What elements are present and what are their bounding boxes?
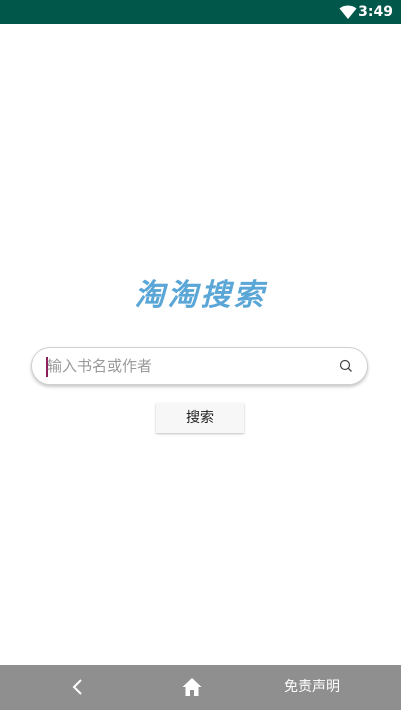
search-icon[interactable] <box>339 359 353 373</box>
wifi-icon <box>339 5 357 19</box>
app-screen: 3:49 淘淘搜索 搜索 免责声明 <box>0 0 401 710</box>
disclaimer-link[interactable]: 免责声明 <box>284 677 340 697</box>
search-button[interactable]: 搜索 <box>156 403 244 433</box>
app-logo: 淘淘搜索 <box>134 278 267 313</box>
search-bar[interactable] <box>31 347 368 385</box>
status-time: 3:49 <box>358 4 393 20</box>
bottom-nav: 免责声明 <box>0 665 401 710</box>
search-input[interactable] <box>47 348 327 384</box>
home-icon[interactable] <box>181 676 203 698</box>
status-bar: 3:49 <box>0 0 401 24</box>
chevron-left-icon[interactable] <box>66 675 90 699</box>
